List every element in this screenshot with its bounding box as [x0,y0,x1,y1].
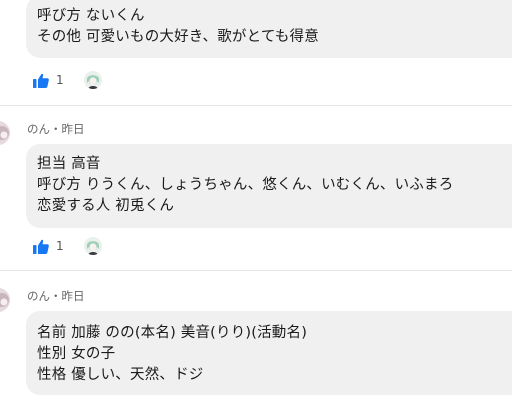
like-button[interactable]: 1 [33,73,84,88]
divider [0,105,512,106]
comment-line: 恋愛する人 初兎くん [37,198,175,214]
like-count: 1 [56,239,64,253]
post-time: 昨日 [61,122,85,136]
comment-bubble: 名前 加藤 のの(本名) 美音(りり)(活動名) 性別 女の子 性格 優しい、天… [26,311,512,395]
reaction-bar: 1 [33,71,102,89]
comment-bubble: 呼び方 ないくん その他 可愛いもの大好き、歌がとても得意 [26,0,512,58]
post-time: 昨日 [61,289,85,303]
comment-line: 担当 高音 [37,156,101,172]
comment-bubble: 担当 高音 呼び方 りうくん、しょうちゃん、悠くん、いむくん、いふまろ 恋愛する… [26,144,512,228]
comment-line: 呼び方 ないくん [37,8,145,24]
post-meta: のん・昨日 [27,288,85,304]
author-name[interactable]: のん [27,122,50,136]
meta-separator: ・ [50,122,62,136]
thumbs-up-icon [33,239,49,254]
comment-line: 性別 女の子 [37,346,116,362]
comment-line: その他 可愛いもの大好き、歌がとても得意 [37,29,319,45]
author-name[interactable]: のん [27,289,50,303]
reaction-bar: 1 [33,237,102,255]
meta-separator: ・ [50,289,62,303]
reactor-avatar[interactable] [83,237,102,255]
post-meta: のん・昨日 [27,121,85,137]
thumbs-up-icon [33,73,49,88]
like-button[interactable]: 1 [33,239,84,254]
reactor-avatar[interactable] [83,71,102,89]
user-avatar[interactable] [0,288,10,312]
like-count: 1 [56,73,64,87]
comment-line: 名前 加藤 のの(本名) 美音(りり)(活動名) [37,325,308,341]
comment-line: 性格 優しい、天然、ドジ [37,367,204,383]
user-avatar[interactable] [0,121,10,145]
comment-line: 呼び方 りうくん、しょうちゃん、悠くん、いむくん、いふまろ [37,177,454,193]
divider [0,270,512,271]
